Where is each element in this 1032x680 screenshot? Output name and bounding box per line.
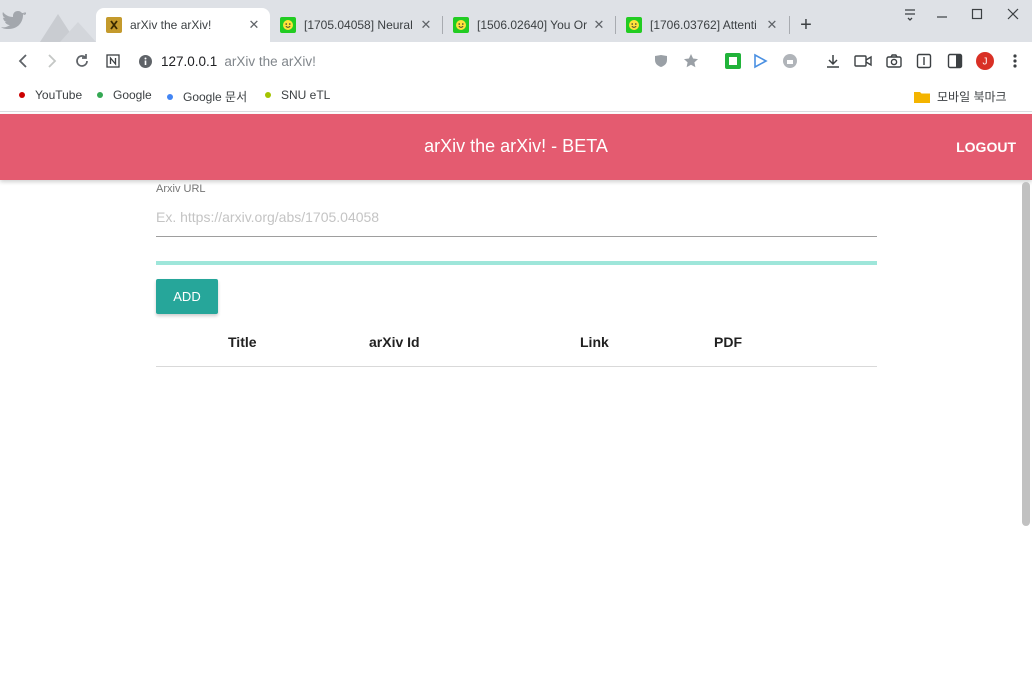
tab-search-icon[interactable] — [898, 4, 922, 24]
smiley-favicon-icon — [626, 17, 642, 33]
camera-icon[interactable] — [883, 50, 905, 72]
add-paper-button[interactable]: ADD — [156, 279, 218, 314]
shield-extension-icon[interactable] — [650, 50, 672, 72]
bookmark-google[interactable]: Google — [97, 88, 152, 102]
bookmark-google-docs[interactable]: Google 문서 — [167, 88, 247, 105]
new-tab-button[interactable]: + — [795, 14, 817, 36]
reader-mode-icon[interactable] — [913, 50, 935, 72]
bookmark-label: Google — [113, 88, 152, 102]
logout-button[interactable]: LOGOUT — [956, 139, 1016, 155]
loading-progress-bar — [156, 261, 877, 265]
close-window-icon[interactable] — [1001, 4, 1025, 24]
smiley-favicon-icon — [453, 17, 469, 33]
reload-icon[interactable] — [71, 50, 93, 72]
column-header-link: Link — [580, 334, 609, 350]
tab-strip: arXiv the arXiv! ✕ [1705.04058] Neural ✕… — [0, 0, 1032, 42]
page-scrollbar[interactable] — [1022, 182, 1030, 526]
tab-title: [1506.02640] You Or — [477, 18, 588, 32]
column-header-pdf: PDF — [714, 334, 742, 350]
minimize-icon[interactable] — [930, 4, 954, 24]
puzzle-extension-icon[interactable] — [779, 50, 801, 72]
snu-etl-icon — [265, 92, 271, 98]
arxiv-url-input[interactable] — [156, 204, 877, 237]
video-record-icon[interactable] — [852, 50, 874, 72]
tab-title: arXiv the arXiv! — [130, 18, 212, 32]
tab-arxiv-the-arxiv[interactable]: arXiv the arXiv! ✕ — [96, 8, 270, 42]
notion-extension-icon[interactable] — [102, 50, 124, 72]
bookmark-label: SNU eTL — [281, 88, 331, 102]
url-page-title: arXiv the arXiv! — [224, 53, 316, 69]
app-header: arXiv the arXiv! - BETA LOGOUT — [0, 114, 1032, 180]
bookmark-folder-label: 모바일 북마크 — [937, 90, 1007, 104]
address-bar[interactable]: 127.0.0.1 arXiv the arXiv! — [138, 48, 688, 74]
site-info-icon[interactable] — [138, 54, 153, 69]
bookmark-folder-mobile[interactable]: 모바일 북마크 — [914, 88, 1007, 105]
folder-icon — [914, 92, 930, 103]
tab-separator — [789, 16, 790, 34]
close-tab-icon[interactable]: ✕ — [246, 17, 262, 33]
column-header-arxiv-id: arXiv Id — [369, 334, 420, 350]
side-panel-icon[interactable] — [944, 50, 966, 72]
profile-avatar[interactable]: J — [974, 50, 996, 72]
google-docs-icon — [167, 93, 173, 100]
app-title: arXiv the arXiv! - BETA — [424, 136, 608, 156]
bookmark-star-icon[interactable] — [680, 50, 702, 72]
tab-title: [1706.03762] Attenti — [650, 18, 757, 32]
bookmark-youtube[interactable]: YouTube — [19, 88, 82, 102]
forward-arrow-icon[interactable] — [41, 50, 63, 72]
close-tab-icon[interactable]: ✕ — [418, 17, 434, 33]
bookmarks-bar: YouTube Google Google 문서 SNU eTL 모바일 북마크 — [0, 80, 1032, 112]
bookmark-snu-etl[interactable]: SNU eTL — [265, 88, 330, 102]
column-header-title: Title — [228, 334, 257, 350]
smiley-favicon-icon — [280, 17, 296, 33]
close-tab-icon[interactable]: ✕ — [764, 17, 780, 33]
google-icon — [97, 92, 103, 98]
youtube-icon — [19, 92, 25, 98]
table-header-divider — [156, 366, 877, 367]
tab-1506-02640[interactable]: [1506.02640] You Or ✕ — [443, 8, 615, 42]
tab-1706-03762[interactable]: [1706.03762] Attenti ✕ — [616, 8, 788, 42]
more-options-icon[interactable] — [1004, 50, 1026, 72]
download-icon[interactable] — [822, 50, 844, 72]
tab-1705-04058[interactable]: [1705.04058] Neural ✕ — [270, 8, 442, 42]
back-arrow-icon[interactable] — [12, 50, 34, 72]
close-tab-icon[interactable]: ✕ — [591, 17, 607, 33]
twitter-bird-icon — [1, 11, 96, 42]
tab-title: [1705.04058] Neural — [304, 18, 413, 32]
play-extension-icon[interactable] — [749, 50, 771, 72]
arxiv-favicon-icon — [106, 17, 122, 33]
maximize-icon[interactable] — [965, 4, 989, 24]
bookmark-label: YouTube — [35, 88, 83, 102]
bookmark-label: Google 문서 — [183, 90, 248, 104]
browser-toolbar: 127.0.0.1 arXiv the arXiv! J — [0, 42, 1032, 80]
profile-initial: J — [983, 57, 988, 68]
arxiv-url-label: Arxiv URL — [156, 183, 206, 195]
naver-dictionary-extension-icon[interactable] — [722, 50, 744, 72]
url-host: 127.0.0.1 — [161, 53, 218, 69]
